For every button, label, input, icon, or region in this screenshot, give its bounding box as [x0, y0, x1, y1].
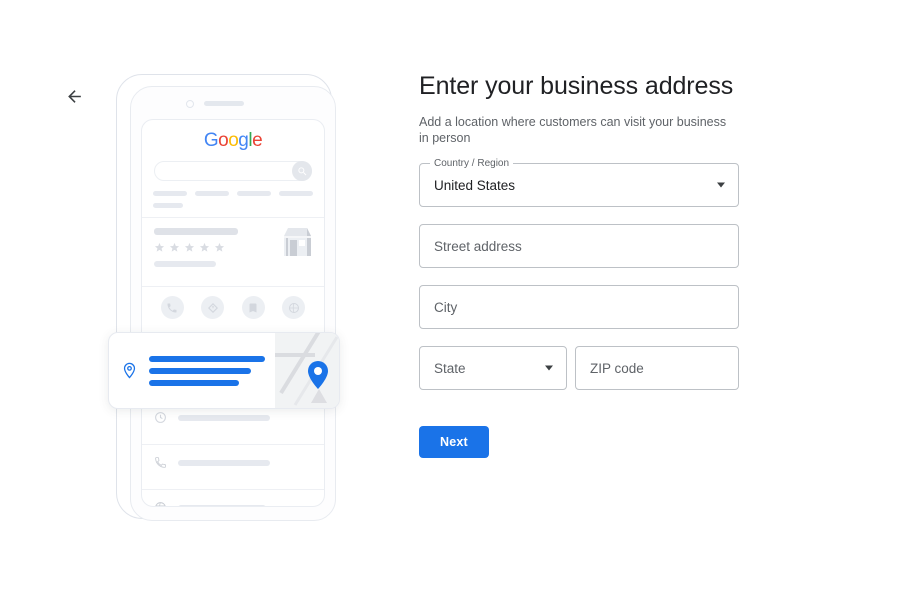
chip	[279, 191, 313, 196]
placeholder-bar	[178, 414, 270, 421]
bookmark-save-icon	[241, 296, 265, 319]
phone-detail-row	[142, 490, 324, 506]
zip-code-input[interactable]: ZIP code	[575, 346, 739, 390]
phone-illustration: Google	[108, 68, 340, 523]
country-region-value: United States	[434, 177, 516, 193]
back-button[interactable]	[60, 82, 88, 110]
phone-speaker	[204, 101, 244, 106]
phone-chip-row	[153, 191, 313, 196]
chip	[237, 191, 271, 196]
phone-icon	[155, 457, 166, 468]
page-title: Enter your business address	[419, 72, 734, 100]
next-button[interactable]: Next	[419, 426, 489, 458]
country-region-label: Country / Region	[430, 158, 514, 169]
chevron-down-icon	[545, 365, 553, 371]
zip-code-placeholder: ZIP code	[590, 360, 644, 376]
address-form: Enter your business address Add a locati…	[419, 70, 739, 458]
page-subtitle: Add a location where customers can visit…	[419, 115, 727, 145]
star-icon	[214, 242, 225, 252]
placeholder-bar	[149, 367, 252, 374]
chip	[153, 191, 187, 196]
address-card	[108, 332, 340, 409]
map-thumbnail	[275, 333, 339, 408]
placeholder-bar	[149, 379, 240, 386]
address-lines	[149, 355, 275, 386]
chip	[153, 203, 183, 208]
phone-actions-row	[142, 287, 324, 328]
placeholder-bar	[149, 355, 265, 362]
city-input[interactable]: City	[419, 285, 739, 329]
share-globe-icon	[282, 296, 306, 319]
business-summary	[142, 218, 324, 277]
star-icon	[184, 242, 195, 252]
chip	[195, 191, 229, 196]
phone-frame-outer: Google	[116, 74, 336, 521]
city-placeholder: City	[434, 299, 458, 315]
placeholder-bar	[178, 459, 270, 466]
placeholder-bar	[154, 228, 238, 235]
chevron-down-icon	[717, 182, 725, 188]
state-zip-row: State ZIP code	[419, 329, 739, 390]
clock-icon	[155, 412, 166, 423]
phone-camera	[186, 100, 194, 108]
map-pin-outline-icon	[109, 362, 149, 379]
globe-icon	[155, 502, 166, 506]
phone-call-icon	[160, 296, 184, 319]
state-placeholder: State	[434, 360, 466, 376]
google-logo: Google	[203, 130, 263, 151]
state-select[interactable]: State	[419, 346, 567, 390]
phone-detail-row	[142, 445, 324, 480]
search-icon	[292, 161, 312, 181]
placeholder-bar	[178, 504, 266, 506]
star-icon	[199, 242, 210, 252]
star-icon	[169, 242, 180, 252]
placeholder-bar	[154, 261, 216, 267]
street-address-input[interactable]: Street address	[419, 224, 739, 268]
phone-screen: Google	[141, 119, 325, 507]
phone-search-bar	[154, 161, 312, 181]
country-region-select[interactable]: Country / Region United States	[419, 158, 739, 207]
storefront-icon	[280, 226, 314, 263]
arrow-left-icon	[67, 89, 81, 103]
star-icon	[154, 242, 165, 252]
street-address-placeholder: Street address	[434, 238, 522, 254]
directions-diamond-icon	[201, 296, 225, 319]
